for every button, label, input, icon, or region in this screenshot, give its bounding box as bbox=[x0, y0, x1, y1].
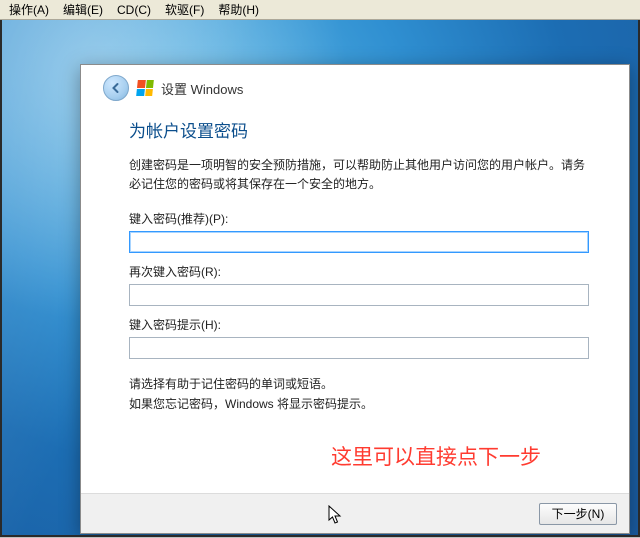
menu-edit[interactable]: 编辑(E) bbox=[56, 0, 110, 19]
hint-line-1: 请选择有助于记住密码的单词或短语。 bbox=[129, 375, 589, 394]
menu-cd[interactable]: CD(C) bbox=[110, 2, 158, 18]
setup-header: 设置 Windows bbox=[81, 65, 629, 111]
password-hint-input[interactable] bbox=[129, 337, 589, 359]
password-input[interactable] bbox=[129, 231, 589, 253]
hint-description: 请选择有助于记住密码的单词或短语。 如果您忘记密码，Windows 将显示密码提… bbox=[129, 375, 589, 413]
windows-flag-icon bbox=[136, 80, 154, 96]
menu-floppy[interactable]: 软驱(F) bbox=[158, 0, 211, 19]
setup-header-title: 设置 Windows bbox=[161, 79, 243, 98]
vm-display: 设置 Windows 为帐户设置密码 创建密码是一项明智的安全预防措施，可以帮助… bbox=[0, 20, 640, 537]
windows-setup-window: 设置 Windows 为帐户设置密码 创建密码是一项明智的安全预防措施，可以帮助… bbox=[80, 64, 630, 534]
arrow-left-icon bbox=[110, 82, 122, 94]
menu-help[interactable]: 帮助(H) bbox=[211, 0, 266, 19]
hint-line-2: 如果您忘记密码，Windows 将显示密码提示。 bbox=[129, 395, 589, 414]
back-button[interactable] bbox=[103, 75, 129, 101]
page-description: 创建密码是一项明智的安全预防措施，可以帮助防止其他用户访问您的用户帐户。请务必记… bbox=[129, 156, 589, 194]
next-button[interactable]: 下一步(N) bbox=[539, 503, 617, 525]
label-confirm-password: 再次键入密码(R): bbox=[129, 263, 589, 280]
tutorial-annotation: 这里可以直接点下一步 bbox=[331, 441, 541, 471]
page-title: 为帐户设置密码 bbox=[129, 117, 589, 142]
label-password-hint: 键入密码提示(H): bbox=[129, 316, 589, 333]
setup-footer: 下一步(N) bbox=[81, 493, 629, 533]
menu-action[interactable]: 操作(A) bbox=[2, 0, 56, 19]
label-password: 键入密码(推荐)(P): bbox=[129, 210, 589, 227]
setup-body: 为帐户设置密码 创建密码是一项明智的安全预防措施，可以帮助防止其他用户访问您的用… bbox=[81, 111, 629, 493]
vm-menu-bar: 操作(A) 编辑(E) CD(C) 软驱(F) 帮助(H) bbox=[0, 0, 640, 20]
confirm-password-input[interactable] bbox=[129, 284, 589, 306]
